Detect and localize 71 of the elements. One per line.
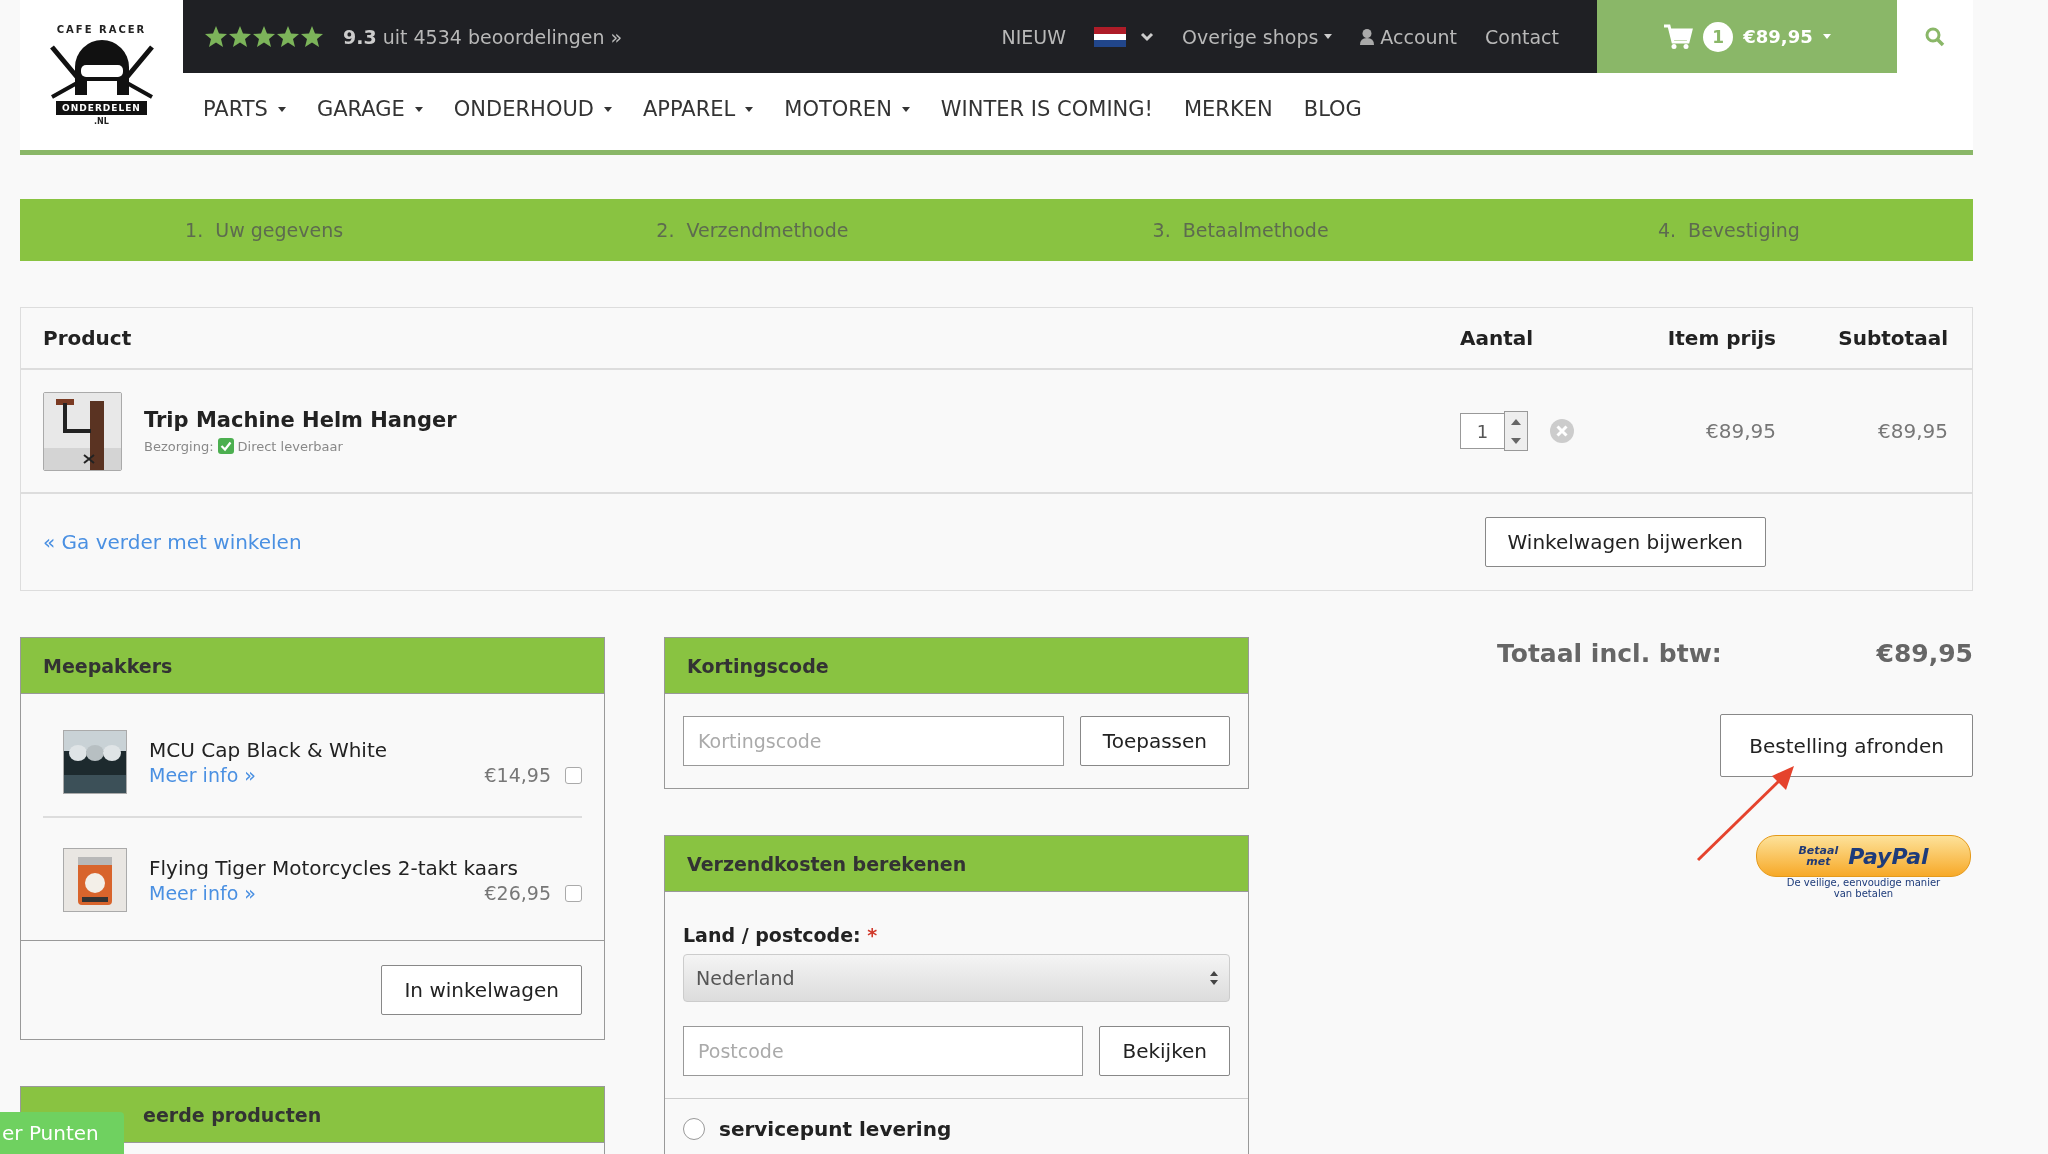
step-label: 3. Betaalmethode — [1152, 219, 1329, 241]
postcode-field[interactable]: Postcode — [683, 1026, 1084, 1076]
nav-item[interactable]: PARTS — [203, 97, 286, 121]
flag-icon — [1094, 26, 1127, 47]
panel-title: Kortingscode — [665, 638, 1248, 694]
star-icon — [229, 26, 251, 47]
paypal-tagline: De veilige, eenvoudige manier van betalen — [1785, 877, 1942, 899]
nav-item[interactable]: MERKEN — [1184, 97, 1273, 121]
subtotal: €89,95 — [1877, 419, 1948, 443]
checkout-button[interactable]: Bestelling afronden — [1720, 714, 1973, 777]
sort-arrows-icon — [1209, 970, 1219, 986]
nav-link[interactable]: NIEUW — [1001, 25, 1067, 48]
discount-code-field[interactable]: Kortingscode — [683, 716, 1064, 766]
option-label[interactable]: servicepunt levering — [719, 1117, 952, 1141]
price: €14,95 — [484, 764, 551, 786]
checkbox[interactable] — [565, 884, 582, 902]
caret-icon — [1324, 34, 1333, 39]
language-menu[interactable] — [1094, 26, 1155, 47]
quantity-field[interactable]: 1 — [1460, 413, 1504, 449]
step-label: 1. Uw gegevens — [185, 219, 344, 241]
cart-count: 1 — [1703, 21, 1734, 52]
chevron-down-icon — [1140, 31, 1155, 42]
user-icon — [1360, 28, 1375, 45]
country-select[interactable]: Nederland — [683, 954, 1230, 1002]
panel-title: Meepakkers — [21, 638, 604, 694]
radio-button[interactable] — [683, 1118, 705, 1140]
star-icon — [277, 26, 299, 47]
search-icon[interactable] — [1925, 26, 1945, 47]
update-cart-button[interactable]: Winkelwagen bijwerken — [1484, 517, 1766, 567]
cart-icon — [1663, 23, 1694, 50]
remove-icon[interactable] — [1550, 419, 1574, 443]
nav-item[interactable]: GARAGE — [316, 97, 423, 121]
step-label: 2. Verzendmethode — [656, 219, 849, 241]
column-header: Item prijs — [1666, 326, 1776, 350]
contact-link[interactable]: Contact — [1485, 25, 1559, 48]
logo-text: ONDERDELEN — [56, 101, 147, 115]
total-amount: €89,95 — [1876, 639, 1973, 668]
star-icon — [253, 26, 275, 47]
column-header: Product — [43, 326, 133, 350]
nav-item[interactable]: APPAREL — [643, 97, 754, 121]
item-price: €89,95 — [1705, 419, 1776, 443]
delivery-status: Direct leverbaar — [237, 438, 343, 454]
star-icon — [205, 26, 227, 47]
column-header: Aantal — [1460, 326, 1535, 350]
step-label: 4. Bevestiging — [1657, 219, 1800, 241]
checkbox[interactable] — [565, 766, 582, 784]
add-to-cart-button[interactable]: In winkelwagen — [381, 965, 582, 1015]
rating-link[interactable]: 9.3 uit 4534 beoordelingen » — [343, 25, 623, 48]
delivery-label: Bezorging: — [144, 438, 214, 454]
product-name[interactable]: Flying Tiger Motorcycles 2-takt kaars — [149, 856, 582, 880]
shops-menu[interactable]: Overige shops — [1182, 25, 1333, 48]
nav-item[interactable]: WINTER IS COMING! — [940, 97, 1153, 121]
logo-text: CAFE RACER — [56, 24, 147, 35]
nav-item[interactable]: BLOG — [1303, 97, 1362, 121]
product-name[interactable]: MCU Cap Black & White — [149, 738, 582, 762]
field-label: Land / postcode: * — [683, 924, 879, 946]
column-header: Subtotaal — [1837, 326, 1948, 350]
quantity-stepper[interactable] — [1504, 411, 1528, 451]
cart-total: €89,95 — [1743, 26, 1813, 47]
logo-text: .NL — [94, 117, 109, 126]
panel-title: Verzendkosten berekenen — [665, 836, 1248, 892]
caret-icon — [1822, 34, 1831, 39]
calculate-button[interactable]: Bekijken — [1099, 1026, 1230, 1076]
nav-item[interactable]: ONDERHOUD — [453, 97, 612, 121]
nav-item[interactable]: MOTOREN — [784, 97, 910, 121]
price: €26,95 — [484, 882, 551, 904]
star-icon — [301, 26, 323, 47]
apply-button[interactable]: Toepassen — [1079, 716, 1230, 766]
total-label: Totaal incl. btw: — [1497, 639, 1722, 668]
product-name[interactable]: Trip Machine Helm Hanger — [144, 408, 457, 432]
account-link[interactable]: Account — [1360, 25, 1458, 48]
